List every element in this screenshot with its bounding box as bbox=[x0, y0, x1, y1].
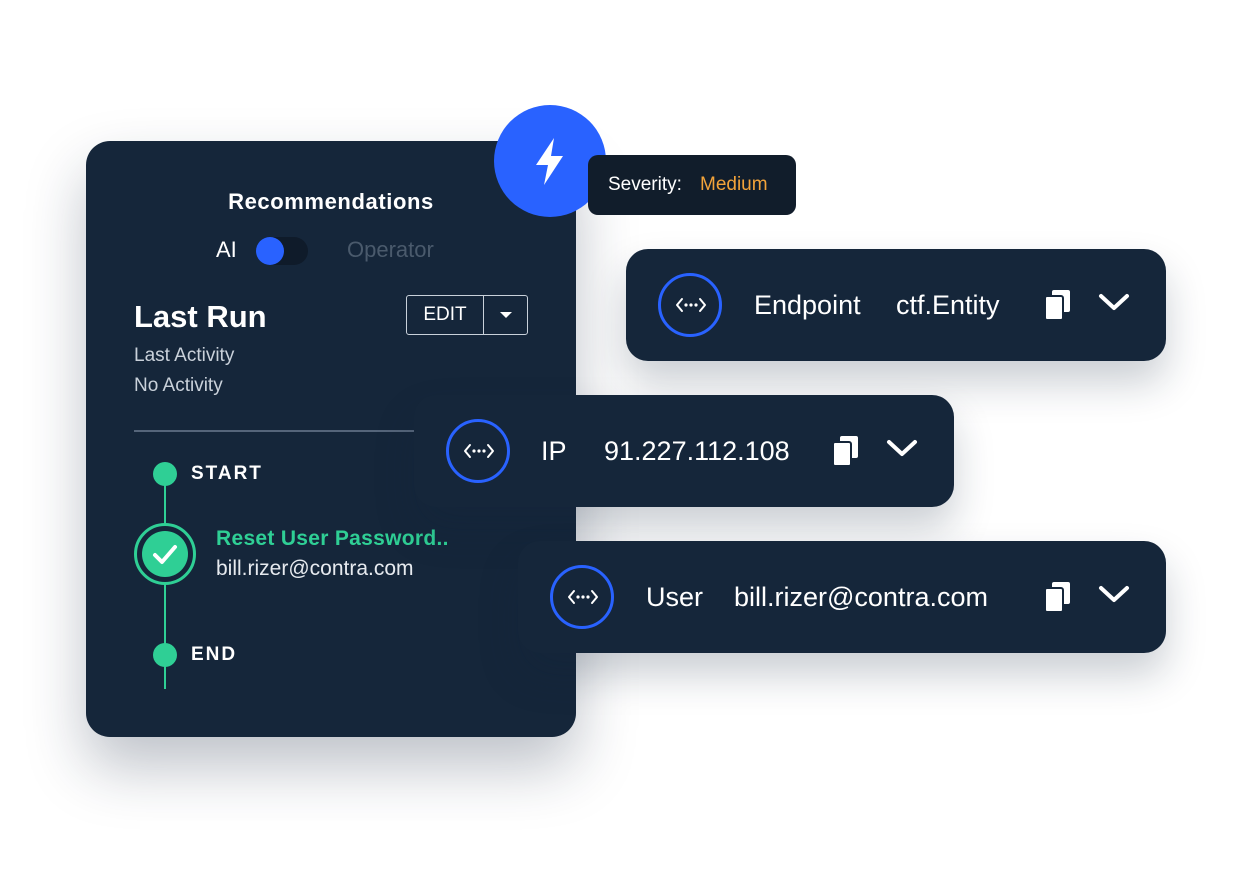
checkmark-icon bbox=[153, 545, 177, 564]
timeline-start-dot bbox=[153, 462, 177, 486]
copy-icon[interactable] bbox=[1044, 289, 1072, 321]
entity-value: 91.227.112.108 bbox=[604, 436, 790, 466]
toggle-label-operator[interactable]: Operator bbox=[347, 237, 434, 263]
toggle-knob bbox=[256, 237, 284, 265]
code-link-icon bbox=[658, 273, 722, 337]
chevron-down-icon[interactable] bbox=[1098, 291, 1130, 313]
timeline-start-label: START bbox=[191, 463, 263, 484]
copy-icon[interactable] bbox=[832, 435, 860, 467]
step-status bbox=[134, 523, 196, 585]
entity-type: Endpoint bbox=[754, 290, 861, 320]
timeline-end-label: END bbox=[191, 644, 238, 665]
entity-card-endpoint[interactable]: Endpoint ctf.Entity bbox=[626, 249, 1166, 361]
entity-type: User bbox=[646, 582, 704, 612]
step-done-circle bbox=[142, 531, 188, 577]
entity-value: bill.rizer@contra.com bbox=[734, 582, 988, 612]
step-subtitle: bill.rizer@contra.com bbox=[216, 557, 414, 580]
last-activity-label: Last Activity bbox=[134, 345, 235, 366]
code-link-icon bbox=[446, 419, 510, 483]
ai-operator-toggle-row: AI Operator bbox=[86, 237, 576, 267]
timeline-end-dot bbox=[153, 643, 177, 667]
entity-card-user[interactable]: User bill.rizer@contra.com bbox=[518, 541, 1166, 653]
entity-value: ctf.Entity bbox=[896, 290, 1000, 320]
ai-operator-toggle[interactable] bbox=[256, 237, 308, 265]
toggle-label-ai[interactable]: AI bbox=[216, 237, 237, 263]
divider bbox=[134, 430, 434, 432]
severity-label: Severity: bbox=[608, 174, 682, 195]
caret-down-icon bbox=[500, 312, 512, 318]
entity-card-ip[interactable]: IP 91.227.112.108 bbox=[414, 395, 954, 507]
severity-value: Medium bbox=[700, 174, 768, 195]
copy-icon[interactable] bbox=[1044, 581, 1072, 613]
code-link-icon bbox=[550, 565, 614, 629]
step-title[interactable]: Reset User Password.. bbox=[216, 527, 449, 551]
last-activity-value: No Activity bbox=[134, 375, 223, 396]
chevron-down-icon[interactable] bbox=[886, 437, 918, 459]
last-run-title: Last Run bbox=[134, 299, 267, 334]
chevron-down-icon[interactable] bbox=[1098, 583, 1130, 605]
edit-dropdown-button[interactable] bbox=[484, 296, 527, 334]
edit-split-button: EDIT bbox=[406, 295, 528, 335]
edit-button[interactable]: EDIT bbox=[407, 296, 484, 334]
severity-tooltip: Severity: Medium bbox=[588, 155, 796, 215]
entity-type: IP bbox=[541, 436, 567, 466]
